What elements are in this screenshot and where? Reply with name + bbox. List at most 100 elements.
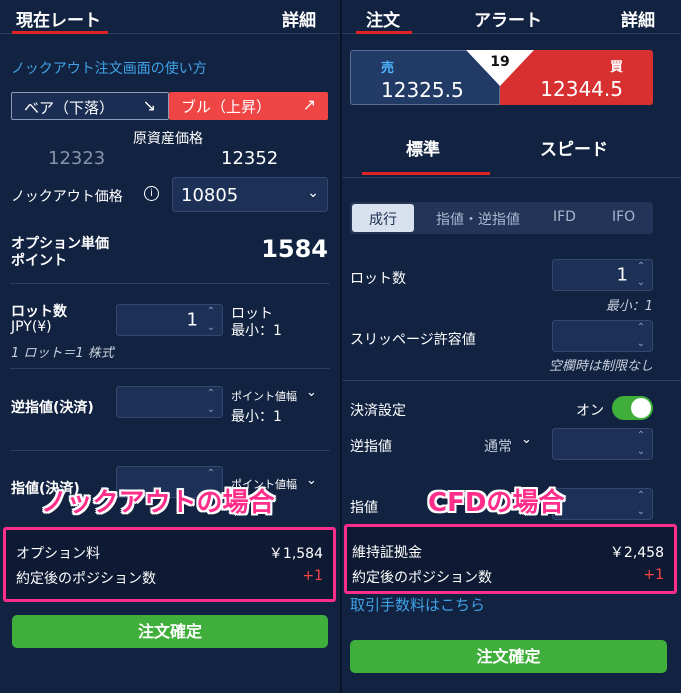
chevron-down-icon: ⌄ <box>307 185 319 201</box>
tab-standard[interactable]: 標準 <box>406 135 440 160</box>
left-tab-bar: 現在レート 詳細 <box>0 0 340 34</box>
active-tab-underline <box>12 31 108 34</box>
chevron-down-icon[interactable]: ⌄ <box>637 278 645 288</box>
stop-mode-select[interactable]: ポイント値幅 <box>231 388 297 404</box>
underlying-label: 原資産価格 <box>133 131 203 147</box>
divider <box>10 283 330 284</box>
lot-stepper[interactable]: 1 ⌃ ⌄ <box>552 259 653 291</box>
stop-label: 逆指値 <box>350 439 392 455</box>
underlying-ask: 12352 <box>221 148 279 169</box>
lot-value: 1 <box>186 309 198 331</box>
lot-note: 1 ロット＝1 株式 <box>11 346 114 361</box>
divider <box>10 450 330 451</box>
stop-stepper[interactable]: ⌃ ⌄ <box>552 428 653 460</box>
overlay-tag-cfd: CFDの場合 <box>428 488 565 518</box>
active-mode-underline <box>362 172 490 175</box>
order-confirm-button[interactable]: 注文確定 <box>12 615 328 648</box>
lot-label: ロット数 <box>350 271 406 287</box>
order-confirm-button[interactable]: 注文確定 <box>350 640 667 673</box>
stepper-arrows[interactable]: ⌃ ⌄ <box>633 262 649 288</box>
divider <box>10 368 330 369</box>
lot-value: 1 <box>616 264 628 286</box>
lot-min: 最小：1 <box>605 299 653 314</box>
chevron-down-icon[interactable]: ⌄ <box>207 323 215 333</box>
stepper-arrows[interactable]: ⌃ ⌄ <box>633 323 649 349</box>
divider <box>342 177 681 178</box>
bear-button-label: ベア（下落） <box>24 99 115 117</box>
settle-toggle[interactable] <box>612 396 653 420</box>
howto-link[interactable]: ノックアウト注文画面の使い方 <box>11 58 207 78</box>
summary-fee-value: ￥1,584 <box>268 546 323 562</box>
stepper-arrows[interactable]: ⌃ ⌄ <box>203 307 219 333</box>
chevron-down-icon[interactable]: ⌄ <box>637 447 645 457</box>
stepper-arrows[interactable]: ⌃ ⌄ <box>633 431 649 457</box>
tab-details[interactable]: 詳細 <box>621 6 655 31</box>
order-type-ifd[interactable]: IFD <box>553 209 576 225</box>
order-type-ifo[interactable]: IFO <box>612 209 635 225</box>
tab-speed[interactable]: スピード <box>540 135 608 160</box>
settle-state: オン <box>576 403 604 419</box>
chevron-down-icon[interactable]: ⌄ <box>637 339 645 349</box>
summary-position-label: 約定後のポジション数 <box>16 571 156 587</box>
tab-order[interactable]: 注文 <box>366 6 400 31</box>
chevron-up-icon[interactable]: ⌃ <box>207 389 215 399</box>
info-icon[interactable]: i <box>144 186 159 201</box>
toggle-knob <box>631 398 651 418</box>
chevron-up-icon[interactable]: ⌃ <box>207 469 215 479</box>
stepper-arrows[interactable]: ⌃ ⌄ <box>633 491 649 517</box>
summary-box: 維持証拠金 ￥2,458 約定後のポジション数 +1 <box>344 524 677 594</box>
fee-link[interactable]: 取引手数料はこちら <box>350 594 485 615</box>
overlay-tag-knockout: ノックアウトの場合 <box>41 488 275 518</box>
slippage-stepper[interactable]: ⌃ ⌄ <box>552 320 653 352</box>
chevron-down-icon[interactable]: ⌄ <box>521 432 532 447</box>
lot-label: ロット数 <box>11 304 67 320</box>
right-tab-bar: 注文 アラート 詳細 <box>342 0 681 34</box>
stop-mode-select[interactable]: 通常 <box>484 436 512 456</box>
lot-stepper[interactable]: 1 ⌃ ⌄ <box>116 304 223 336</box>
chevron-up-icon[interactable]: ⌃ <box>637 323 645 333</box>
arrow-up-right-icon: ↗ <box>302 95 316 114</box>
underlying-bid: 12323 <box>48 148 106 169</box>
sell-label: 売 <box>381 61 395 76</box>
divider <box>342 380 681 381</box>
stepper-arrows[interactable]: ⌃ ⌄ <box>203 389 219 415</box>
bear-button[interactable]: ベア（下落） ↘ <box>11 92 169 120</box>
cfd-order-panel: 注文 アラート 詳細 売 12325.5 買 12344.5 19 標準 スピー… <box>342 0 681 693</box>
order-type-limit-stop[interactable]: 指値・逆指値 <box>436 209 520 229</box>
stop-label: 逆指値(決済) <box>11 400 94 416</box>
chevron-down-icon[interactable]: ⌄ <box>306 385 317 400</box>
summary-position-value: +1 <box>302 568 323 584</box>
summary-position-row: 約定後のポジション数 +1 <box>352 567 664 587</box>
summary-margin-label: 維持証拠金 <box>352 545 422 561</box>
chevron-down-icon[interactable]: ⌄ <box>207 405 215 415</box>
slippage-label: スリッページ許容値 <box>350 332 476 348</box>
chevron-up-icon[interactable]: ⌃ <box>637 262 645 272</box>
chevron-down-icon[interactable]: ⌄ <box>306 473 317 488</box>
stop-min: 最小：1 <box>231 409 282 425</box>
arrow-down-right-icon: ↘ <box>142 96 156 115</box>
limit-label: 指値 <box>350 500 378 516</box>
chevron-up-icon[interactable]: ⌃ <box>637 431 645 441</box>
tab-current-rate[interactable]: 現在レート <box>16 6 101 31</box>
limit-stepper[interactable]: ⌃ ⌄ <box>552 488 653 520</box>
active-tab-underline <box>356 31 412 34</box>
tab-alert[interactable]: アラート <box>474 6 542 31</box>
summary-margin-row: 維持証拠金 ￥2,458 <box>352 542 664 562</box>
knockout-price-value: 10805 <box>181 185 239 206</box>
order-type-segmented: 成行 指値・逆指値 IFD IFO <box>350 202 653 234</box>
chevron-down-icon[interactable]: ⌄ <box>637 507 645 517</box>
knockout-price-select[interactable]: 10805 ⌄ <box>172 177 328 212</box>
order-type-market-label: 成行 <box>369 212 397 228</box>
bull-button[interactable]: ブル（上昇） ↗ <box>169 92 328 120</box>
chevron-up-icon[interactable]: ⌃ <box>207 307 215 317</box>
order-type-market[interactable]: 成行 <box>352 204 414 232</box>
summary-box: オプション料 ￥1,584 約定後のポジション数 +1 <box>3 527 336 602</box>
stop-stepper[interactable]: ⌃ ⌄ <box>116 386 223 418</box>
chevron-up-icon[interactable]: ⌃ <box>637 491 645 501</box>
tab-details[interactable]: 詳細 <box>282 6 316 31</box>
slippage-note: 空欄時は制限なし <box>548 359 653 374</box>
bull-button-label: ブル（上昇） <box>181 98 272 116</box>
lot-currency: JPY(¥) <box>11 319 52 335</box>
knockout-price-label: ノックアウト価格 <box>11 189 123 205</box>
knockout-order-panel: 現在レート 詳細 ノックアウト注文画面の使い方 ベア（下落） ↘ ブル（上昇） … <box>0 0 340 693</box>
